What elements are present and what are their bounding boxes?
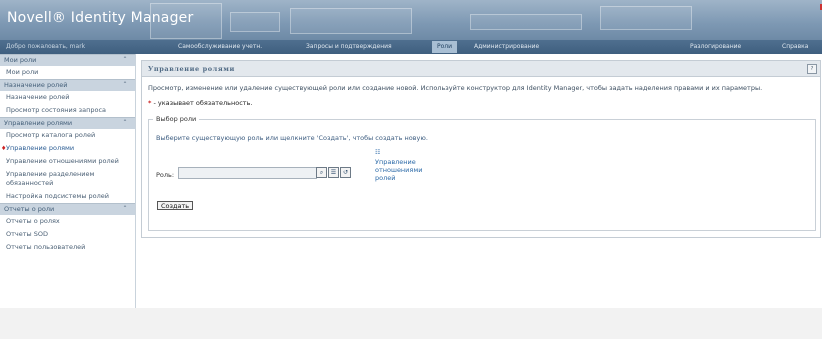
sidebar: Мои роли ˆ Мои роли Назначение ролей ˆ Н… — [0, 54, 136, 308]
role-relations-link[interactable]: Управление отношениями ролей — [375, 158, 435, 182]
banner-decoration — [470, 14, 582, 30]
banner-decoration — [600, 6, 692, 30]
sidebar-item-role-assignment[interactable]: Назначение ролей — [0, 91, 135, 104]
footer-area — [0, 308, 822, 339]
group-legend: Выбор роли — [153, 115, 200, 123]
main-panel: Управление ролями ? Просмотр, изменение … — [141, 60, 821, 238]
role-selection-group: Выбор роли Выберите существующую роль ил… — [148, 115, 816, 231]
help-link[interactable]: Справка — [782, 43, 808, 50]
tab-self-service[interactable]: Самообслуживание учетн. — [178, 43, 262, 50]
banner-decoration — [230, 12, 280, 32]
sidebar-item-role-subsystem[interactable]: Настройка подсистемы ролей — [0, 190, 135, 203]
sidebar-section-role-reports[interactable]: Отчеты о роли ˆ — [0, 203, 135, 215]
page-title: Управление ролями — [148, 65, 235, 73]
sidebar-item-user-reports[interactable]: Отчеты пользователей — [0, 241, 135, 254]
help-icon[interactable]: ? — [807, 64, 817, 74]
selection-hint: Выберите существующую роль или щелкните … — [156, 134, 428, 142]
lookup-icon[interactable]: ⌕ — [316, 167, 327, 178]
panel-header: Управление ролями ? — [142, 61, 820, 77]
top-navigation: Добро пожаловать, mark Самообслуживание … — [0, 40, 822, 54]
history-icon[interactable]: ☰ — [328, 167, 339, 178]
sidebar-item-request-status[interactable]: Просмотр состояния запроса — [0, 104, 135, 117]
sidebar-item-sod-reports[interactable]: Отчеты SOD — [0, 228, 135, 241]
sidebar-item-role-reports[interactable]: Отчеты о ролях — [0, 215, 135, 228]
required-note: * - указывает обязательность. — [148, 99, 253, 107]
collapse-icon[interactable]: ˆ — [123, 118, 127, 129]
reset-icon[interactable]: ↺ — [340, 167, 351, 178]
tab-requests[interactable]: Запросы и подтверждения — [306, 43, 392, 50]
sidebar-item-my-roles[interactable]: Мои роли — [0, 66, 135, 79]
role-input[interactable] — [178, 167, 317, 179]
logout-link[interactable]: Разлогирование — [690, 43, 741, 50]
page-description: Просмотр, изменение или удаление существ… — [148, 84, 763, 92]
relations-icon[interactable]: ☷ — [375, 149, 380, 156]
sidebar-section-my-roles[interactable]: Мои роли ˆ — [0, 54, 135, 66]
tab-roles[interactable]: Роли — [432, 41, 458, 53]
sidebar-section-role-assignment[interactable]: Назначение ролей ˆ — [0, 79, 135, 91]
collapse-icon[interactable]: ˆ — [123, 80, 127, 91]
sidebar-item-separation-of-duties[interactable]: Управление разделением обязанностей — [0, 168, 135, 190]
app-title: Novell® Identity Manager — [7, 10, 194, 26]
sidebar-item-role-catalog[interactable]: Просмотр каталога ролей — [0, 129, 135, 142]
banner-decoration — [290, 8, 412, 34]
collapse-icon[interactable]: ˆ — [123, 204, 127, 215]
welcome-text: Добро пожаловать, mark — [6, 43, 86, 50]
app-banner: Novell® Identity Manager — [0, 0, 822, 40]
tab-administration[interactable]: Администрирование — [474, 43, 539, 50]
collapse-icon[interactable]: ˆ — [123, 55, 127, 66]
sidebar-item-manage-roles[interactable]: ♦ Управление ролями — [0, 142, 135, 155]
role-label: Роль: — [156, 171, 175, 179]
active-bullet-icon: ♦ — [1, 145, 7, 152]
sidebar-item-role-relations[interactable]: Управление отношениями ролей — [0, 155, 135, 168]
sidebar-section-role-management[interactable]: Управление ролями ˆ — [0, 117, 135, 129]
create-button[interactable]: Создать — [157, 201, 194, 210]
